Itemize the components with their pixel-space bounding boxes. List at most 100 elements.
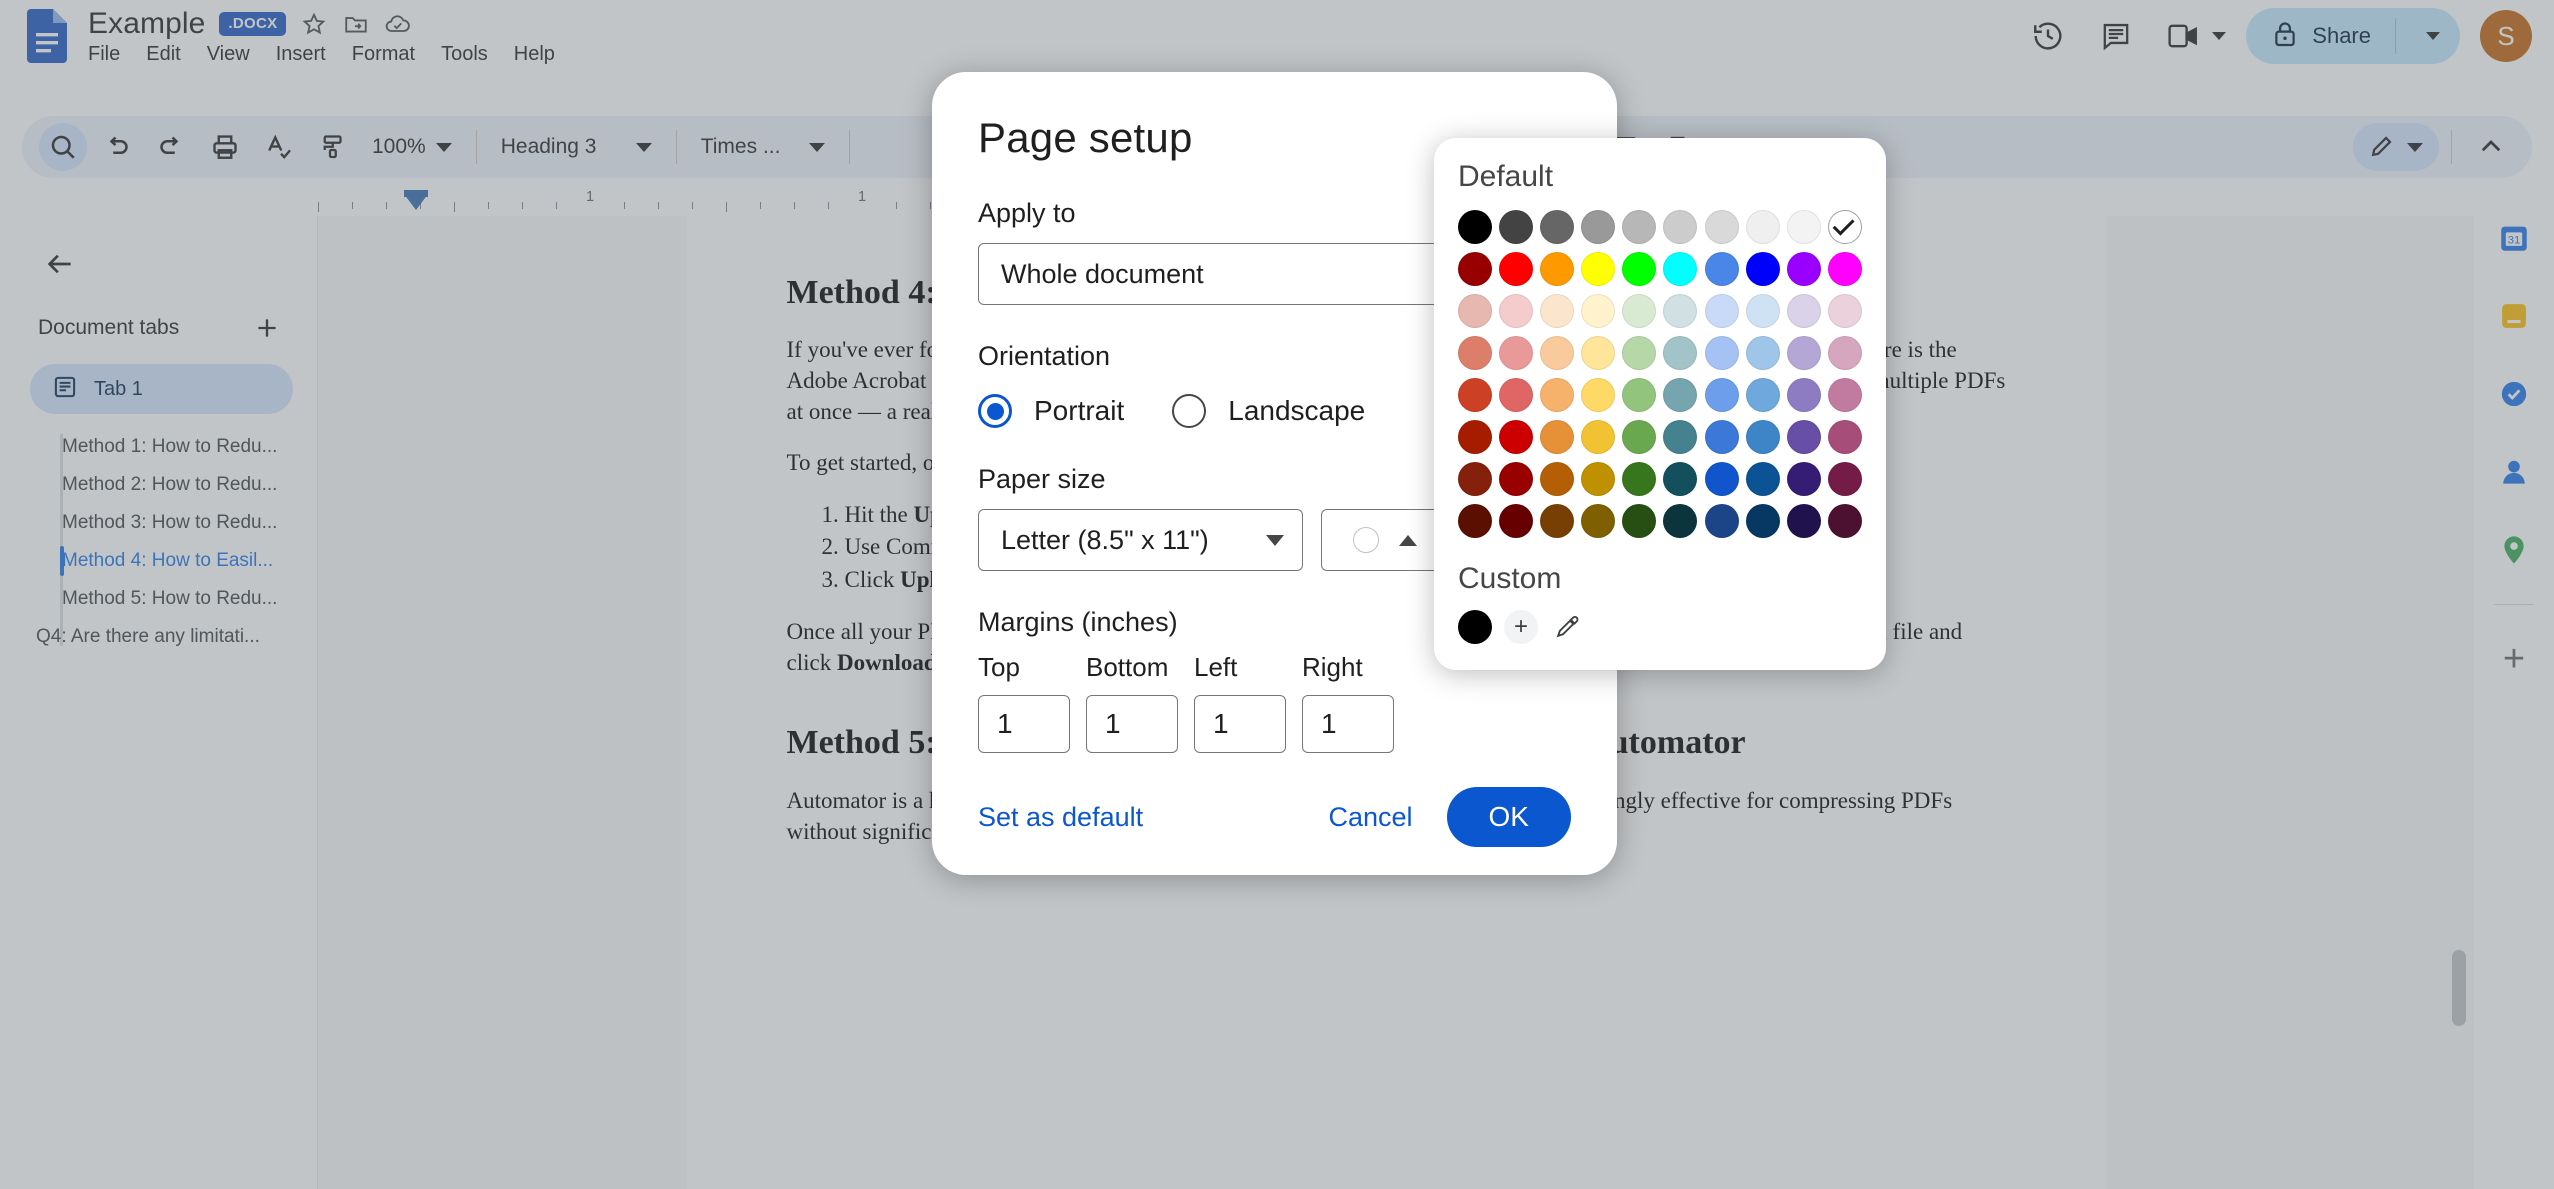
color-swatch[interactable] <box>1745 378 1780 412</box>
color-swatch[interactable] <box>1704 336 1739 370</box>
color-swatch[interactable] <box>1581 210 1616 244</box>
sidebar-item-method2[interactable]: Method 2: How to Redu... <box>62 466 317 504</box>
chevron-down-icon[interactable] <box>2212 32 2227 40</box>
color-swatch[interactable] <box>1663 294 1698 328</box>
color-swatch[interactable] <box>1622 378 1657 412</box>
ok-button[interactable]: OK <box>1446 787 1571 847</box>
color-swatch[interactable] <box>1540 420 1575 454</box>
color-swatch[interactable] <box>1458 210 1492 244</box>
page-color-select[interactable] <box>1321 509 1449 571</box>
color-swatch[interactable] <box>1704 504 1739 538</box>
color-swatch[interactable] <box>1499 252 1534 286</box>
collapse-toolbar-icon[interactable] <box>2467 123 2515 171</box>
color-swatch[interactable] <box>1786 504 1821 538</box>
color-swatch[interactable] <box>1581 336 1616 370</box>
color-swatch[interactable] <box>1458 504 1492 538</box>
menu-format[interactable]: Format <box>352 43 415 66</box>
color-swatch[interactable] <box>1827 336 1862 370</box>
keep-icon[interactable] <box>2490 292 2538 340</box>
sidebar-item-method5[interactable]: Method 5: How to Redu... <box>62 580 317 618</box>
add-custom-color-icon[interactable]: + <box>1504 610 1538 644</box>
version-history-icon[interactable] <box>2024 12 2072 60</box>
color-swatch[interactable] <box>1827 294 1862 328</box>
redo-icon[interactable] <box>147 123 195 171</box>
sidebar-item-method4[interactable]: Method 4: How to Easil... <box>60 542 317 580</box>
color-swatch[interactable] <box>1622 336 1657 370</box>
color-swatch[interactable] <box>1745 210 1780 244</box>
color-swatch[interactable] <box>1540 252 1575 286</box>
paint-format-icon[interactable] <box>309 123 357 171</box>
contacts-icon[interactable] <box>2490 448 2538 496</box>
menu-file[interactable]: File <box>88 43 120 66</box>
color-swatch[interactable] <box>1663 462 1698 496</box>
color-swatch[interactable] <box>1827 420 1862 454</box>
star-icon[interactable] <box>300 10 328 38</box>
color-swatch[interactable] <box>1458 420 1492 454</box>
undo-icon[interactable] <box>93 123 141 171</box>
comment-icon[interactable] <box>2092 12 2140 60</box>
zoom-select[interactable]: 100% <box>360 123 464 171</box>
sidebar-item-q4[interactable]: Q4: Are there any limitati... <box>36 618 317 656</box>
indent-marker-icon[interactable] <box>404 194 428 210</box>
margin-top-input[interactable]: 1 <box>978 695 1070 753</box>
color-swatch[interactable] <box>1745 504 1780 538</box>
color-swatch[interactable] <box>1581 378 1616 412</box>
add-app-icon[interactable]: + <box>2490 635 2538 683</box>
color-swatch[interactable] <box>1663 210 1698 244</box>
color-swatch[interactable] <box>1704 378 1739 412</box>
vertical-scrollbar-thumb[interactable] <box>2452 950 2466 1026</box>
color-swatch[interactable] <box>1786 420 1821 454</box>
color-swatch[interactable] <box>1745 252 1780 286</box>
color-swatch[interactable] <box>1540 504 1575 538</box>
color-swatch[interactable] <box>1786 378 1821 412</box>
color-swatch[interactable] <box>1458 336 1492 370</box>
color-swatch[interactable] <box>1704 420 1739 454</box>
color-swatch[interactable] <box>1540 378 1575 412</box>
search-icon[interactable] <box>39 123 87 171</box>
color-swatch[interactable] <box>1540 336 1575 370</box>
color-swatch[interactable] <box>1745 294 1780 328</box>
color-swatch[interactable] <box>1499 504 1534 538</box>
back-arrow-icon[interactable] <box>38 242 82 286</box>
color-swatch[interactable] <box>1704 210 1739 244</box>
paragraph-style-select[interactable]: Heading 3 <box>489 123 664 171</box>
color-swatch[interactable] <box>1622 462 1657 496</box>
color-swatch[interactable] <box>1458 378 1492 412</box>
color-swatch[interactable] <box>1745 420 1780 454</box>
spellcheck-icon[interactable] <box>255 123 303 171</box>
calendar-icon[interactable]: 31 <box>2490 214 2538 262</box>
avatar[interactable]: S <box>2480 10 2532 62</box>
share-button[interactable]: Share <box>2246 8 2460 64</box>
sidebar-item-method3[interactable]: Method 3: How to Redu... <box>62 504 317 542</box>
color-swatch[interactable] <box>1499 420 1534 454</box>
color-swatch[interactable] <box>1704 462 1739 496</box>
margin-bottom-input[interactable]: 1 <box>1086 695 1178 753</box>
share-dropdown-button[interactable] <box>2410 8 2456 64</box>
menu-insert[interactable]: Insert <box>276 43 326 66</box>
color-swatch[interactable] <box>1499 336 1534 370</box>
custom-color-swatch[interactable] <box>1458 610 1492 644</box>
color-swatch[interactable] <box>1786 462 1821 496</box>
menu-tools[interactable]: Tools <box>441 43 488 66</box>
menu-edit[interactable]: Edit <box>146 43 180 66</box>
color-swatch[interactable] <box>1540 294 1575 328</box>
color-swatch[interactable] <box>1499 378 1534 412</box>
font-select[interactable]: Times ... <box>689 123 837 171</box>
color-swatch[interactable] <box>1622 210 1657 244</box>
radio-portrait[interactable] <box>978 394 1012 428</box>
maps-icon[interactable] <box>2490 526 2538 574</box>
color-swatch[interactable] <box>1786 294 1821 328</box>
color-swatch[interactable] <box>1581 420 1616 454</box>
color-swatch[interactable] <box>1540 462 1575 496</box>
editing-mode-button[interactable] <box>2353 123 2439 171</box>
color-swatch[interactable] <box>1458 294 1492 328</box>
color-swatch[interactable] <box>1499 210 1534 244</box>
paper-size-select[interactable]: Letter (8.5" x 11") <box>978 509 1303 571</box>
color-swatch[interactable] <box>1704 294 1739 328</box>
color-swatch[interactable] <box>1499 294 1534 328</box>
color-swatch[interactable] <box>1663 504 1698 538</box>
color-swatch[interactable] <box>1581 462 1616 496</box>
color-swatch[interactable] <box>1663 378 1698 412</box>
menu-view[interactable]: View <box>207 43 250 66</box>
sidebar-item-tab1[interactable]: Tab 1 <box>30 364 293 414</box>
